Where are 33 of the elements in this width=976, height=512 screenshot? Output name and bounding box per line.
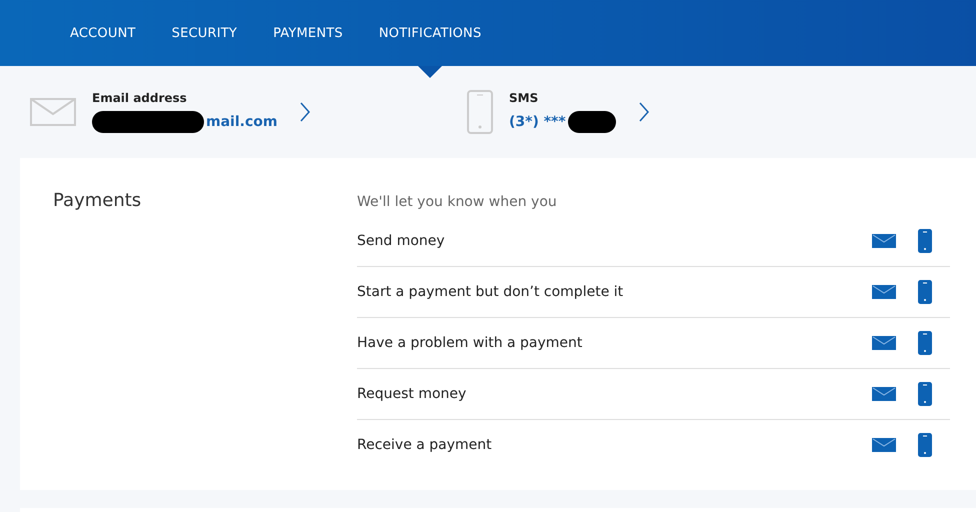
phone-icon [467, 90, 493, 134]
chevron-icon [638, 101, 650, 123]
contact-label: SMS [509, 91, 540, 105]
notification-label: Send money [357, 233, 446, 249]
edit-link[interactable] [299, 101, 312, 123]
sms-toggle[interactable] [918, 382, 932, 406]
notification-label: Receive a payment [357, 437, 493, 453]
tab-pointer [418, 66, 442, 78]
edit-link[interactable] [638, 101, 650, 123]
sms-toggle[interactable] [918, 280, 932, 304]
notification-label: Have a problem with a payment [357, 335, 584, 351]
section-title: Payments [53, 190, 142, 211]
email-toggle[interactable] [872, 387, 896, 401]
nav-tab[interactable]: SECURITY [154, 0, 256, 66]
section-intro: We'll let you know when you [357, 194, 558, 210]
email-toggle[interactable] [872, 234, 896, 248]
email-toggle[interactable] [872, 336, 896, 350]
nav-tab[interactable]: ACCOUNT [52, 0, 154, 66]
envelope-icon [30, 98, 76, 126]
nav-tab[interactable]: PAYMENTS [255, 0, 361, 66]
email-toggle[interactable] [872, 438, 896, 452]
contact-label: Email address [92, 91, 188, 105]
notification-label: Start a payment but don’t complete it [357, 284, 624, 300]
sms-toggle[interactable] [918, 229, 932, 253]
email-toggle[interactable] [872, 285, 896, 299]
redaction-mark [568, 111, 616, 133]
contact-value: mail.com [206, 114, 278, 130]
sms-toggle[interactable] [918, 331, 932, 355]
contact-value: (3*) *** [509, 114, 566, 130]
chevron-icon [299, 101, 312, 123]
nav-tab[interactable]: NOTIFICATIONS [360, 0, 500, 66]
sms-toggle[interactable] [918, 433, 932, 457]
notification-label: Request money [357, 386, 468, 402]
